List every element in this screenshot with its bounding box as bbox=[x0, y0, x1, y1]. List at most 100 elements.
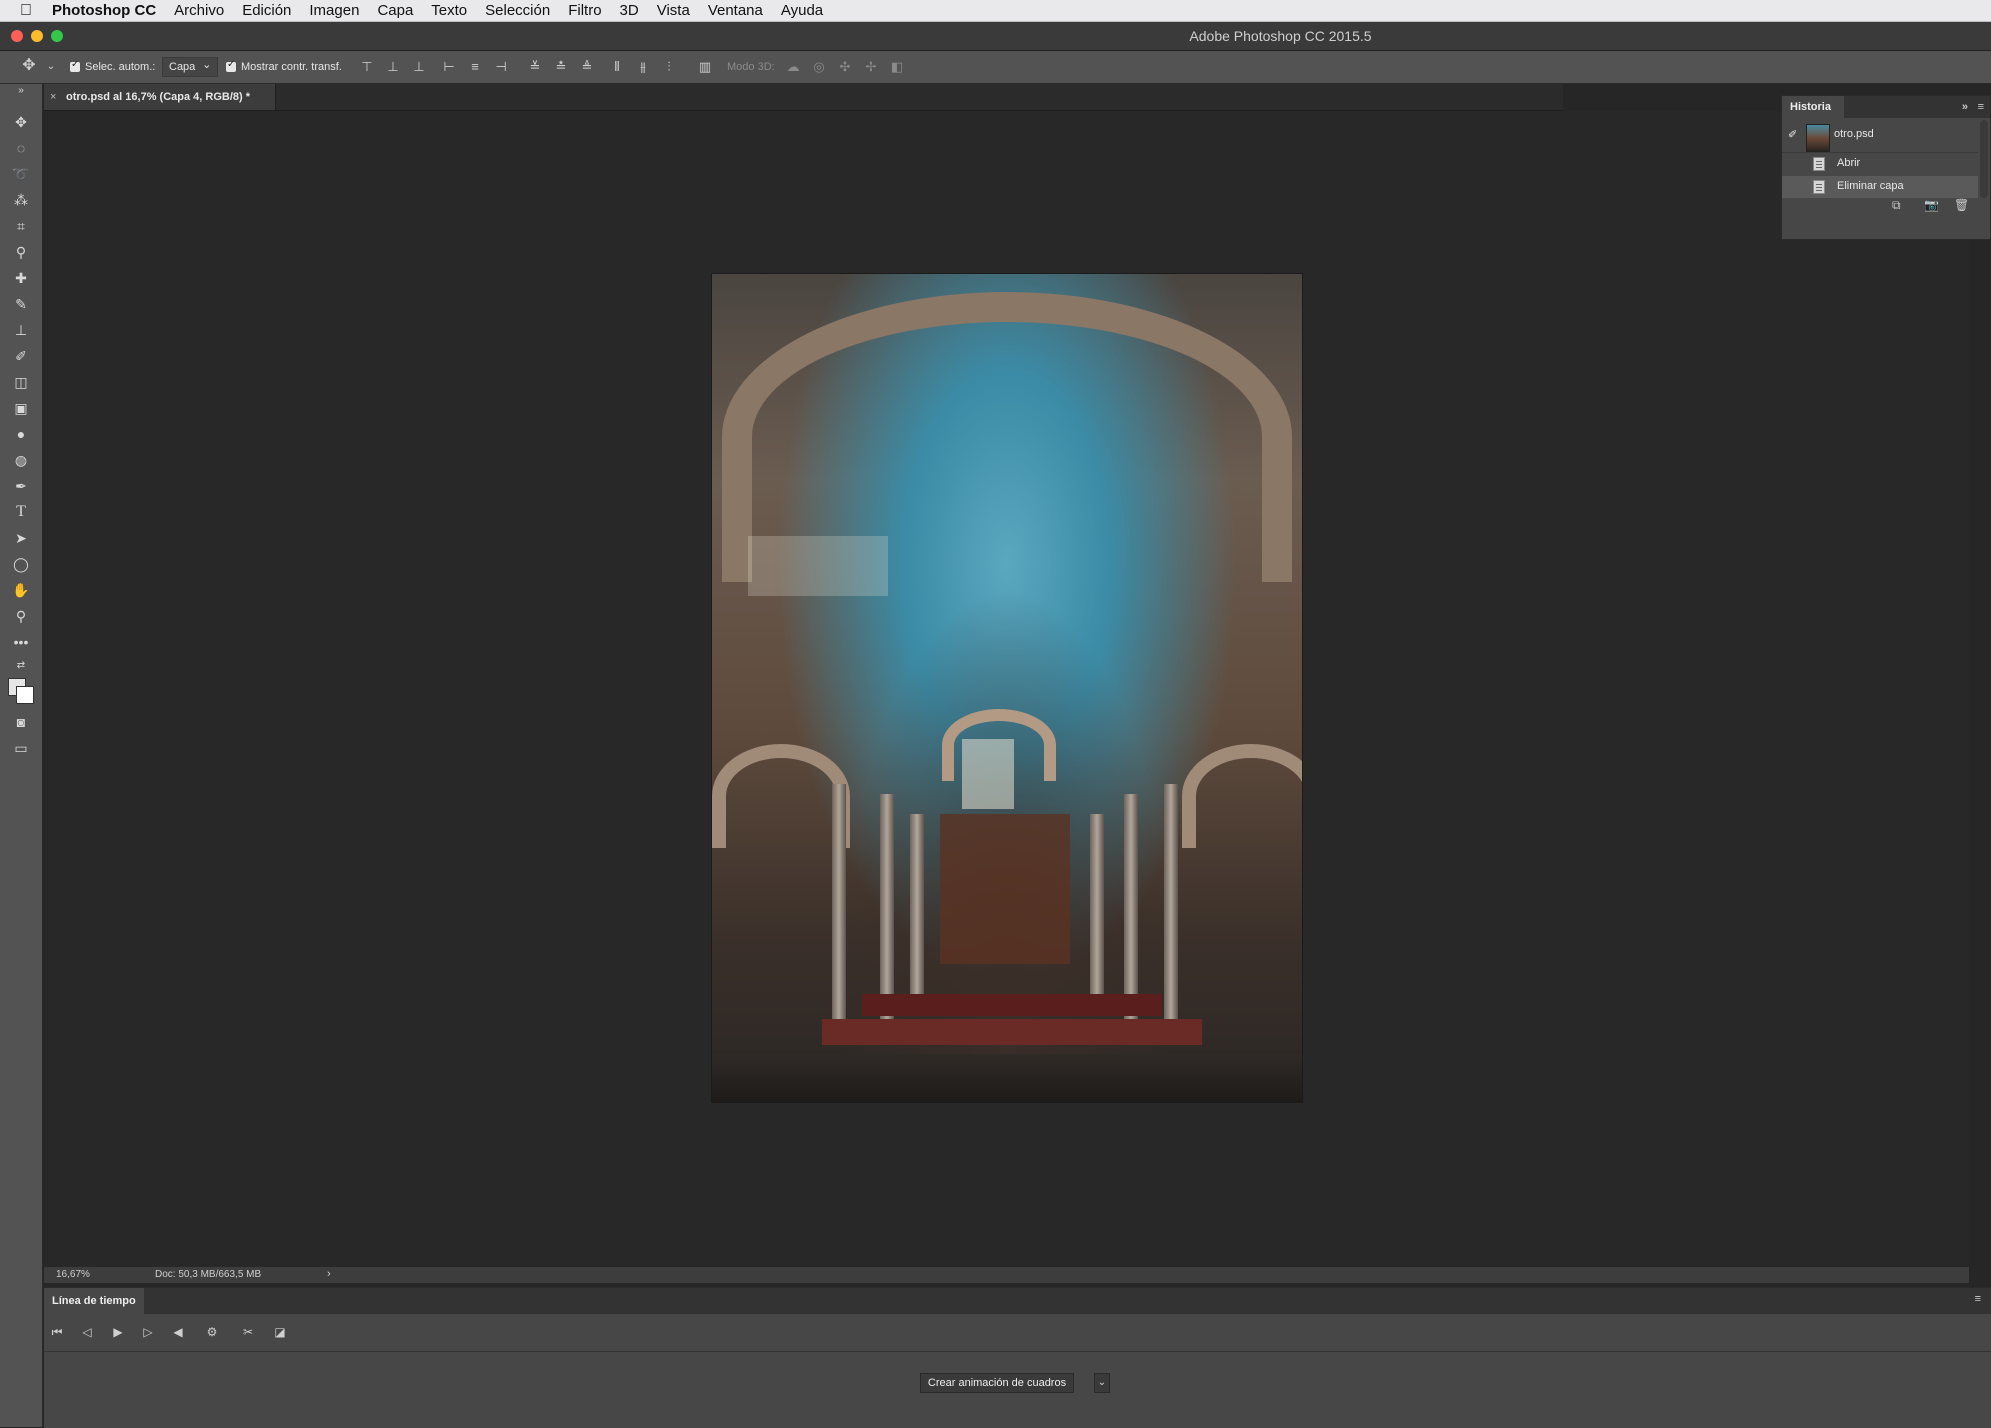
distribute-top-icon[interactable]: ≚ bbox=[528, 60, 542, 74]
canvas-area[interactable] bbox=[44, 111, 1969, 1267]
clone-stamp-tool-icon[interactable]: ⊥ bbox=[11, 320, 31, 340]
window-title: Adobe Photoshop CC 2015.5 bbox=[1189, 28, 1372, 44]
close-tab-icon[interactable]: × bbox=[50, 84, 56, 110]
align-top-icon[interactable]: ⊤ bbox=[360, 60, 374, 74]
lasso-tool-icon[interactable]: ➰ bbox=[11, 164, 31, 184]
document-tab-bar: × otro.psd al 16,7% (Capa 4, RGB/8) * bbox=[44, 84, 1563, 111]
crop-tool-icon[interactable]: ⌗ bbox=[11, 216, 31, 236]
orbit-3d-icon[interactable]: ☁ bbox=[786, 60, 800, 74]
auto-select-checkbox[interactable] bbox=[70, 59, 80, 72]
document-tab[interactable]: × otro.psd al 16,7% (Capa 4, RGB/8) * bbox=[44, 84, 276, 110]
align-left-icon[interactable]: ⊢ bbox=[442, 60, 456, 74]
document-size-info[interactable]: Doc: 50,3 MB/663,5 MB bbox=[155, 1269, 261, 1280]
auto-select-dropdown[interactable]: Capa bbox=[162, 56, 219, 77]
timeline-panel-header: Línea de tiempo ≡ bbox=[44, 1288, 1991, 1314]
delete-state-icon[interactable]: 🗑 bbox=[1954, 198, 1969, 212]
roll-3d-icon[interactable]: ◎ bbox=[812, 60, 826, 74]
timeline-panel-tab[interactable]: Línea de tiempo bbox=[44, 1288, 144, 1314]
background-color-swatch[interactable] bbox=[16, 686, 34, 704]
marquee-tool-icon[interactable]: ◌ bbox=[11, 138, 31, 158]
history-state-icon bbox=[1813, 157, 1825, 171]
go-to-first-frame-icon[interactable]: ⏮ bbox=[49, 1325, 65, 1340]
slide-3d-icon[interactable]: ✢ bbox=[864, 60, 878, 74]
status-menu-arrow-icon[interactable]: › bbox=[327, 1268, 331, 1280]
transition-icon[interactable]: ◪ bbox=[272, 1325, 288, 1339]
brush-tool-icon[interactable]: ✎ bbox=[11, 294, 31, 314]
panel-menu-icon[interactable]: ≡ bbox=[1975, 1293, 1981, 1305]
apple-icon[interactable]:  bbox=[20, 2, 32, 20]
type-tool-icon[interactable]: T bbox=[11, 502, 31, 522]
distribute-left-icon[interactable]: ⫴ bbox=[610, 60, 624, 74]
panel-menu-icon[interactable]: ≡ bbox=[1978, 96, 1984, 118]
dodge-tool-icon[interactable]: ◍ bbox=[11, 450, 31, 470]
show-transform-checkbox[interactable] bbox=[226, 59, 236, 72]
swap-colors-icon[interactable]: ⇄ bbox=[11, 656, 31, 676]
new-document-from-state-icon[interactable]: ⧉ bbox=[1892, 198, 1901, 213]
align-bottom-icon[interactable]: ⊥ bbox=[412, 60, 426, 74]
history-snapshot-row[interactable]: ✐ otro.psd bbox=[1782, 120, 1978, 153]
previous-frame-icon[interactable]: ◁ bbox=[79, 1325, 95, 1339]
menu-vista[interactable]: Vista bbox=[657, 2, 690, 19]
quick-mask-icon[interactable]: ◙ bbox=[11, 712, 31, 732]
history-panel-tab[interactable]: Historia bbox=[1782, 96, 1844, 118]
distribute-right-icon[interactable]: ⫶ bbox=[662, 60, 676, 74]
timeline-panel: Línea de tiempo ≡ ⏮ ◁ ▶ ▷ ◀ ⚙ ✂ ◪ Crear … bbox=[44, 1287, 1991, 1428]
audio-icon[interactable]: ◀ bbox=[170, 1325, 186, 1339]
menu-texto[interactable]: Texto bbox=[431, 2, 467, 19]
align-vcenter-icon[interactable]: ⊥ bbox=[386, 60, 400, 74]
eraser-tool-icon[interactable]: ◫ bbox=[11, 372, 31, 392]
distribute-vcenter-icon[interactable]: ≛ bbox=[554, 60, 568, 74]
zoom-tool-icon[interactable]: ⚲ bbox=[11, 606, 31, 626]
document-image[interactable] bbox=[712, 274, 1302, 1102]
hand-tool-icon[interactable]: ✋ bbox=[11, 580, 31, 600]
settings-gear-icon[interactable]: ⚙ bbox=[204, 1325, 220, 1339]
distribute-hcenter-icon[interactable]: ⫵ bbox=[636, 60, 650, 74]
menu-ayuda[interactable]: Ayuda bbox=[781, 2, 823, 19]
menu-ventana[interactable]: Ventana bbox=[708, 2, 763, 19]
play-icon[interactable]: ▶ bbox=[110, 1325, 126, 1339]
menu-seleccion[interactable]: Selección bbox=[485, 2, 550, 19]
path-selection-tool-icon[interactable]: ➤ bbox=[11, 528, 31, 548]
menu-filtro[interactable]: Filtro bbox=[568, 2, 601, 19]
menu-imagen[interactable]: Imagen bbox=[309, 2, 359, 19]
history-scrollbar[interactable] bbox=[1980, 120, 1988, 198]
screen-mode-icon[interactable]: ▭ bbox=[11, 738, 31, 758]
auto-align-icon[interactable]: ▥ bbox=[698, 60, 712, 74]
next-frame-icon[interactable]: ▷ bbox=[140, 1325, 156, 1339]
menu-app-name[interactable]: Photoshop CC bbox=[52, 2, 156, 19]
status-bar: 16,67% Doc: 50,3 MB/663,5 MB › bbox=[44, 1267, 1969, 1283]
menu-capa[interactable]: Capa bbox=[377, 2, 413, 19]
history-state-label: Eliminar capa bbox=[1837, 180, 1904, 192]
healing-brush-tool-icon[interactable]: ✚ bbox=[11, 268, 31, 288]
camera-3d-icon[interactable]: ◧ bbox=[890, 60, 904, 74]
pen-tool-icon[interactable]: ✒ bbox=[11, 476, 31, 496]
history-state-row[interactable]: Abrir bbox=[1782, 153, 1978, 175]
gradient-tool-icon[interactable]: ▣ bbox=[11, 398, 31, 418]
chevron-down-icon[interactable]: ⌄ bbox=[44, 60, 58, 74]
split-scissors-icon[interactable]: ✂ bbox=[240, 1325, 256, 1339]
more-tools-icon[interactable]: ••• bbox=[11, 632, 31, 652]
history-state-icon bbox=[1813, 180, 1825, 194]
align-hcenter-icon[interactable]: ≡ bbox=[468, 60, 482, 74]
blur-tool-icon[interactable]: ● bbox=[11, 424, 31, 444]
new-snapshot-icon[interactable]: 📷 bbox=[1924, 198, 1939, 212]
magic-wand-tool-icon[interactable]: ⁂ bbox=[11, 190, 31, 210]
collapse-icon[interactable]: » bbox=[11, 84, 31, 98]
move-tool-preset-icon[interactable]: ✥ bbox=[22, 58, 36, 74]
eyedropper-tool-icon[interactable]: ⚲ bbox=[11, 242, 31, 262]
timeline-mode-dropdown[interactable]: ⌄ bbox=[1094, 1373, 1110, 1393]
align-right-icon[interactable]: ⊣ bbox=[494, 60, 508, 74]
menu-3d[interactable]: 3D bbox=[620, 2, 639, 19]
history-state-row-selected[interactable]: Eliminar capa bbox=[1782, 176, 1978, 198]
menu-edicion[interactable]: Edición bbox=[242, 2, 291, 19]
create-frame-animation-button[interactable]: Crear animación de cuadros bbox=[920, 1373, 1074, 1393]
history-brush-source-icon[interactable]: ✐ bbox=[1788, 128, 1797, 141]
move-tool-icon[interactable]: ✥ bbox=[11, 112, 31, 132]
pan-3d-icon[interactable]: ✣ bbox=[838, 60, 852, 74]
menu-archivo[interactable]: Archivo bbox=[174, 2, 224, 19]
history-brush-tool-icon[interactable]: ✐ bbox=[11, 346, 31, 366]
distribute-bottom-icon[interactable]: ≜ bbox=[580, 60, 594, 74]
shape-tool-icon[interactable]: ◯ bbox=[11, 554, 31, 574]
collapse-panel-icon[interactable]: » bbox=[1962, 96, 1968, 118]
zoom-level[interactable]: 16,67% bbox=[56, 1269, 90, 1280]
